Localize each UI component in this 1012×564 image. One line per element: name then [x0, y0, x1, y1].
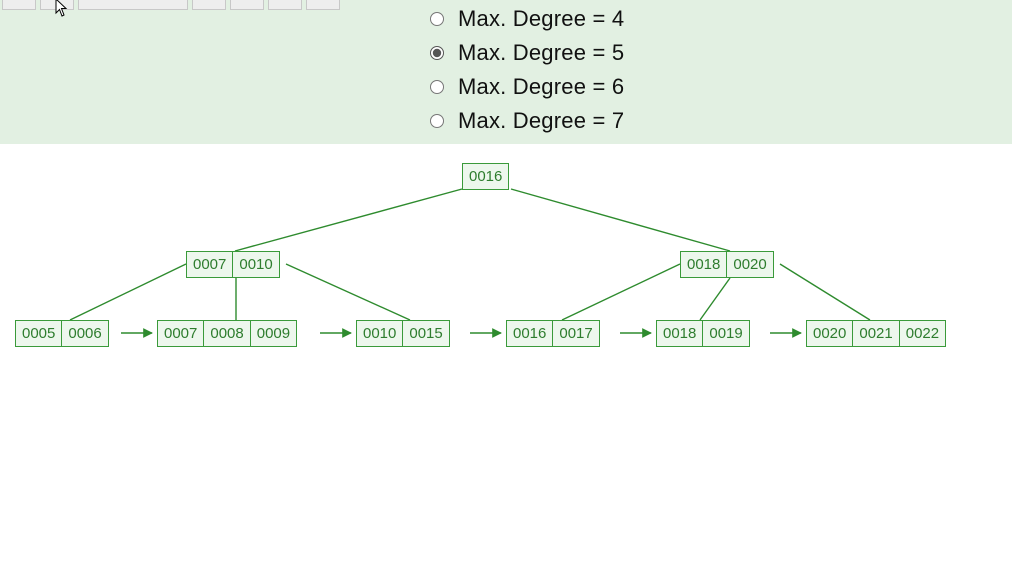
degree-label: Max. Degree = 6: [458, 74, 624, 100]
node-key: 0020: [726, 252, 772, 277]
node-key: 0018: [657, 321, 702, 346]
tree-node-leaf: 0016 0017: [506, 320, 600, 347]
degree-radio-7[interactable]: [430, 114, 444, 128]
tree-node-leaf: 0005 0006: [15, 320, 109, 347]
tree-node-internal: 0018 0020: [680, 251, 774, 278]
degree-radio-5[interactable]: [430, 46, 444, 60]
toolbar: [0, 0, 342, 10]
node-key: 0016: [463, 164, 508, 189]
tree-canvas: 0016 0007 0010 0018 0020 0005 0006 0007 …: [0, 144, 1012, 564]
degree-options: Max. Degree = 4 Max. Degree = 5 Max. Deg…: [430, 2, 624, 138]
tree-edges: [0, 144, 1012, 564]
tree-node-root: 0016: [462, 163, 509, 190]
node-key: 0010: [357, 321, 402, 346]
degree-option-7[interactable]: Max. Degree = 7: [430, 104, 624, 138]
node-key: 0018: [681, 252, 726, 277]
node-key: 0017: [552, 321, 598, 346]
degree-option-4[interactable]: Max. Degree = 4: [430, 2, 624, 36]
node-key: 0020: [807, 321, 852, 346]
toolbar-button[interactable]: [192, 0, 226, 10]
toolbar-button[interactable]: [230, 0, 264, 10]
tree-node-internal: 0007 0010: [186, 251, 280, 278]
degree-label: Max. Degree = 7: [458, 108, 624, 134]
node-key: 0016: [507, 321, 552, 346]
node-key: 0008: [203, 321, 249, 346]
degree-label: Max. Degree = 5: [458, 40, 624, 66]
toolbar-button[interactable]: [306, 0, 340, 10]
degree-option-5[interactable]: Max. Degree = 5: [430, 36, 624, 70]
node-key: 0007: [187, 252, 232, 277]
toolbar-button[interactable]: [40, 0, 74, 10]
tree-node-leaf: 0007 0008 0009: [157, 320, 297, 347]
toolbar-button[interactable]: [268, 0, 302, 10]
node-key: 0019: [702, 321, 748, 346]
degree-radio-6[interactable]: [430, 80, 444, 94]
node-key: 0021: [852, 321, 898, 346]
toolbar-input[interactable]: [78, 0, 188, 10]
degree-radio-4[interactable]: [430, 12, 444, 26]
degree-option-6[interactable]: Max. Degree = 6: [430, 70, 624, 104]
degree-label: Max. Degree = 4: [458, 6, 624, 32]
node-key: 0005: [16, 321, 61, 346]
node-key: 0006: [61, 321, 107, 346]
node-key: 0022: [899, 321, 945, 346]
node-key: 0009: [250, 321, 296, 346]
node-key: 0010: [232, 252, 278, 277]
control-panel: Max. Degree = 4 Max. Degree = 5 Max. Deg…: [0, 0, 1012, 144]
tree-node-leaf: 0010 0015: [356, 320, 450, 347]
tree-node-leaf: 0018 0019: [656, 320, 750, 347]
toolbar-button[interactable]: [2, 0, 36, 10]
node-key: 0007: [158, 321, 203, 346]
node-key: 0015: [402, 321, 448, 346]
tree-node-leaf: 0020 0021 0022: [806, 320, 946, 347]
